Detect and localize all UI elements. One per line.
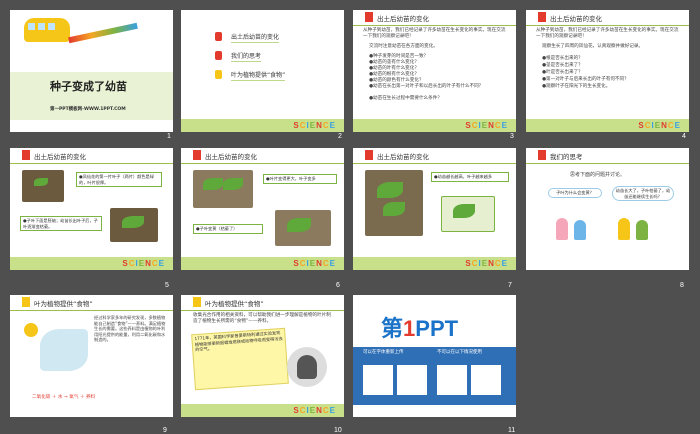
slide-number: 11 [508,427,516,434]
yellow-bookmark-icon [215,70,222,79]
menu-item: 出土后幼苗的变化 [231,34,280,43]
child-figure [636,220,648,240]
qr-code-icon [397,365,427,395]
slide-number: 7 [508,282,512,289]
sun-icon [24,323,38,337]
paragraph: 从种子到幼苗，我们已经记录了许多幼苗在生长变化的事实。现在交流一下我们的观察记录… [363,28,506,40]
paragraph: 经过科学家多年的研究发现，多数植物能自己制造“食物”——养料。满足植物生长的需要… [94,315,166,343]
slide-thumbnail-8[interactable]: 我们的思考 思考下面的问题并讨论。 子叶为什么会变黄？ 幼苗长大了，子叶枯萎了，… [526,148,689,270]
red-bookmark-icon [365,150,373,160]
ppt-logo: 第1PPT [381,316,459,341]
red-bookmark-icon [538,12,546,22]
info-heading: 可以在字体重新上传 [363,350,404,355]
caption-box: ●叶片变得更大，叶子变多 [263,174,337,184]
child-figure [574,220,586,240]
slide-thumbnail-2[interactable]: 出土后幼苗的变化 我们的思考 叶为植物提供“食物” SCIENCE [181,10,344,132]
paragraph: 观察生长了四周的凤仙花，认真观察并做好记录。 [542,44,644,49]
slide-header: 出土后幼苗的变化 [34,153,86,161]
paragraph: 收集光合作用的相关资料，可以帮助我们进一步理解是植物的叶片制造了植物生长所需的“… [193,313,331,325]
science-logo: SCIENCE [638,121,681,130]
slide-header: 叶为植物提供“食物” [34,300,93,308]
slide-thumbnail-7[interactable]: 出土后幼苗的变化 ●幼苗越长越高，叶子越来越多 SCIENCE [353,148,516,270]
science-logo: SCIENCE [465,121,508,130]
slide-number: 8 [680,282,684,289]
science-logo: SCIENCE [293,259,336,268]
slide-header: 出土后幼苗的变化 [377,153,429,161]
slide-number: 3 [510,133,514,140]
slide-number: 5 [165,282,169,289]
slide-thumbnail-6[interactable]: 出土后幼苗的变化 ●叶片变得更大，叶子变多 ●子叶变黄（枯萎了） SCIENCE [181,148,344,270]
qr-code-icon [471,365,501,395]
child-figure [556,218,568,240]
science-logo: SCIENCE [465,259,508,268]
menu-item: 叶为植物提供“食物” [231,72,286,81]
yellow-bookmark-icon [193,297,201,307]
red-bookmark-icon [538,150,546,160]
caption-box: ●凤仙花的第一片叶子（两片）颜色是绿的，叶片很厚。 [76,172,162,187]
slide-number: 1 [167,133,171,140]
slide-header: 我们的思考 [550,153,583,161]
info-heading: 不可以在以下情况使用 [437,350,482,355]
caption-box: ●子叶下面是胚轴；幼苗长出叶子后，子叶逐渐变枯萎。 [20,216,102,231]
leaf-diagram [40,329,88,371]
slide-thumbnail-4[interactable]: 出土后幼苗的变化 从种子到幼苗，我们已经记录了许多幼苗在生长变化的事实。现在交流… [526,10,689,132]
sticky-note: 1771年，英国科学家普里斯特利通过实验发现植物能够更新因蜡烛燃烧或动物呼吸而变… [191,327,289,391]
slide-header: 出土后幼苗的变化 [550,15,602,23]
slide-number: 6 [336,282,340,289]
slide-thumbnail-1[interactable]: 种子变成了幼苗 第一PPT模板网-WWW.1PPT.COM [10,10,173,132]
slide-header: 叶为植物提供“食物” [205,300,264,308]
thought-bubble: 幼苗长大了，子叶枯萎了，幼苗还能继续生长吗？ [612,186,674,201]
slide-1-subtitle: 第一PPT模板网-WWW.1PPT.COM [50,107,126,112]
slide-thumbnail-9[interactable]: 叶为植物提供“食物” 经过科学家多年的研究发现，多数植物能自己制造“食物”——养… [10,295,173,417]
menu-item: 我们的思考 [231,53,262,62]
school-bus-icon [24,18,70,42]
science-logo: SCIENCE [122,259,165,268]
red-bookmark-icon [215,51,222,60]
science-logo: SCIENCE [293,121,336,130]
slide-1-title: 种子变成了幼苗 [50,80,127,93]
slide-thumbnail-11[interactable]: 第1PPT 可以在字体重新上传 不可以在以下情况使用 [353,295,516,417]
slide-number: 10 [334,427,342,434]
paragraph: 从种子到幼苗，我们已经记录了许多幼苗在生长变化的事实。现在交流一下我们的观察记录… [536,28,679,40]
slide-thumbnail-10[interactable]: 叶为植物提供“食物” 收集光合作用的相关资料，可以帮助我们进一步理解是植物的叶片… [181,295,344,417]
qr-code-icon [363,365,393,395]
slide-thumbnail-3[interactable]: 出土后幼苗的变化 从种子到幼苗，我们已经记录了许多幼苗在生长变化的事实。现在交流… [353,10,516,132]
yellow-bookmark-icon [22,297,30,307]
slide-number: 9 [163,427,167,434]
thought-bubble: 子叶为什么会变黄？ [548,188,602,198]
slide-header: 出土后幼苗的变化 [377,15,429,23]
equation: 二氧化碳 ＋ 水 → 氧气 ＋ 养料 [32,395,96,400]
child-figure [618,218,630,240]
slide-number: 4 [682,133,686,140]
science-logo: SCIENCE [293,406,336,415]
red-bookmark-icon [193,150,201,160]
slide-thumbnail-5[interactable]: 出土后幼苗的变化 ●凤仙花的第一片叶子（两片）颜色是绿的，叶片很厚。 ●子叶下面… [10,148,173,270]
red-bookmark-icon [365,12,373,22]
red-bookmark-icon [22,150,30,160]
red-bookmark-icon [215,32,222,41]
paragraph: 交流时注意幼苗在各方面的变化。 [369,44,438,49]
seedling-photo [22,170,64,202]
question-text: 思考下面的问题并讨论。 [570,172,626,178]
slide-header: 出土后幼苗的变化 [205,153,257,161]
qr-code-icon [437,365,467,395]
caption-box: ●子叶变黄（枯萎了） [193,224,263,234]
caption-box: ●幼苗越长越高，叶子越来越多 [431,172,509,182]
slide-number: 2 [338,133,342,140]
